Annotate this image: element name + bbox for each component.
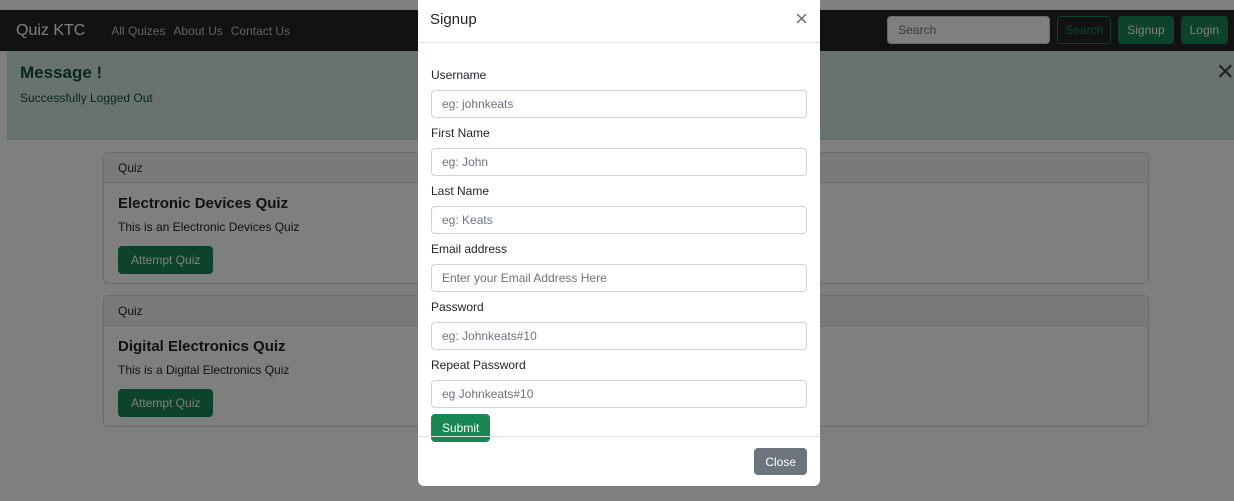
modal-footer: Close bbox=[418, 436, 820, 486]
password-field[interactable] bbox=[431, 322, 807, 350]
email-field[interactable] bbox=[431, 264, 807, 292]
close-button[interactable]: Close bbox=[754, 448, 807, 475]
username-label: Username bbox=[431, 68, 487, 82]
username-field[interactable] bbox=[431, 90, 807, 118]
first-name-label: First Name bbox=[431, 126, 490, 140]
repeat-password-field[interactable] bbox=[431, 380, 807, 408]
last-name-label: Last Name bbox=[431, 184, 490, 198]
repeat-password-label: Repeat Password bbox=[431, 358, 526, 372]
signup-modal: Signup × Username First Name Last Name E… bbox=[418, 0, 820, 486]
last-name-field[interactable] bbox=[431, 206, 807, 234]
email-label: Email address bbox=[431, 242, 508, 256]
modal-header: Signup × bbox=[418, 0, 820, 43]
signup-form: Username First Name Last Name Email addr… bbox=[418, 43, 820, 442]
modal-title: Signup bbox=[430, 11, 477, 28]
close-icon[interactable]: × bbox=[795, 8, 808, 30]
password-label: Password bbox=[431, 300, 484, 314]
first-name-field[interactable] bbox=[431, 148, 807, 176]
